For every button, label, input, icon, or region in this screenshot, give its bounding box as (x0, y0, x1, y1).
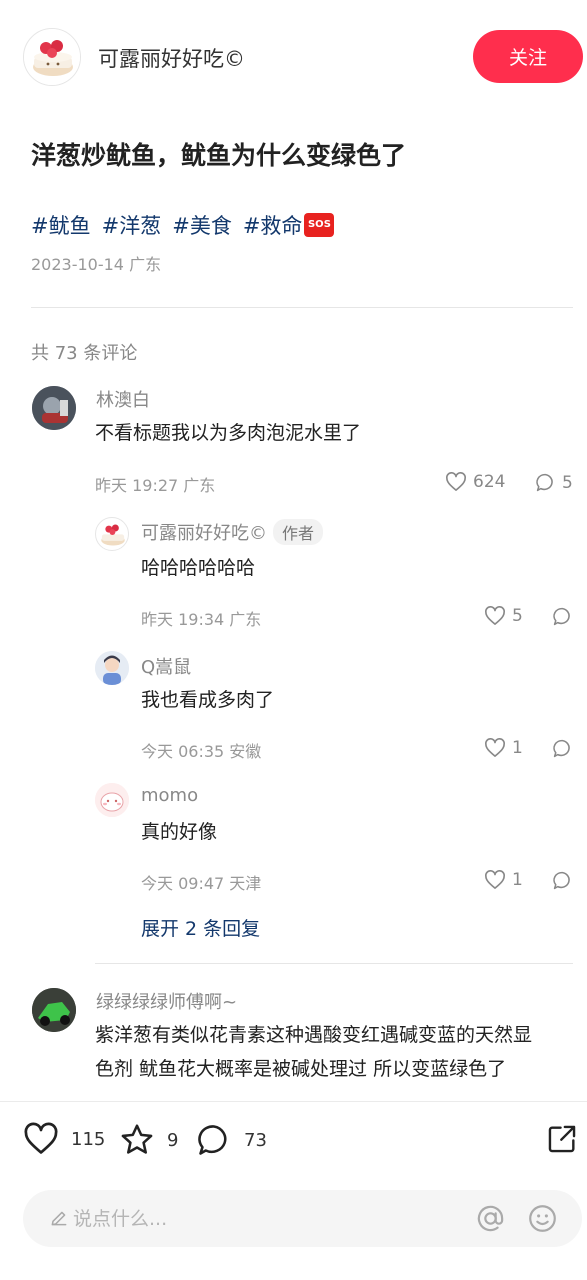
post-tags: #鱿鱼 #洋葱 #美食 #救命 SOS (31, 210, 335, 240)
post-like-count: 115 (71, 1128, 106, 1150)
comment-time: 昨天 19:27 (95, 476, 179, 495)
post-collect-button[interactable]: 9 (119, 1122, 178, 1158)
reply-text[interactable]: 我也看成多肉了 (141, 683, 274, 717)
post-header: 可露丽好好吃© 关注 (0, 0, 587, 112)
commenter-name[interactable]: 绿绿绿绿师傅啊~ (96, 988, 237, 1014)
tag-onion[interactable]: #洋葱 (102, 210, 162, 240)
reply-author-name[interactable]: 可露丽好好吃© (141, 523, 267, 544)
reply-name[interactable]: Q嵩鼠 (141, 653, 191, 679)
like-count: 624 (473, 472, 506, 492)
reply-avatar[interactable] (95, 651, 129, 685)
reply-meta: 今天 06:35 安徽 (141, 738, 261, 762)
comment-reply-button[interactable]: 5 (535, 472, 573, 493)
post-comment-count: 73 (244, 1129, 267, 1151)
share-button[interactable] (545, 1122, 579, 1160)
reply-text[interactable]: 真的好像 (141, 815, 217, 849)
comment-input-bar[interactable] (23, 1190, 582, 1247)
heart-icon (485, 606, 505, 625)
post-meta: 2023-10-14 广东 (31, 251, 161, 275)
commenter-avatar[interactable] (32, 386, 76, 430)
at-icon[interactable] (475, 1203, 506, 1234)
comment-bubble-icon (536, 473, 553, 492)
reply-reply-button[interactable] (552, 870, 573, 891)
comment-count: 共 73 条评论 (31, 343, 138, 364)
author-badge: 作者 (273, 519, 324, 545)
tag-help[interactable]: #救命 SOS (243, 210, 335, 240)
reply-avatar[interactable] (95, 783, 129, 817)
comment-bubble-icon (553, 607, 570, 626)
tag-food[interactable]: #美食 (172, 210, 232, 240)
commenter-name[interactable]: 林澳白 (96, 386, 150, 412)
reply-reply-button[interactable] (552, 606, 573, 627)
share-icon (548, 1125, 576, 1153)
heart-icon (446, 472, 466, 491)
reply-name[interactable]: momo (141, 785, 198, 806)
like-count: 1 (512, 738, 523, 758)
reply-reply-button[interactable] (552, 738, 573, 759)
reply-like-button[interactable]: 1 (484, 738, 523, 758)
bottom-bar-divider (0, 1101, 587, 1102)
smiley-icon[interactable] (527, 1203, 558, 1234)
post-date: 2023-10-14 (31, 255, 124, 274)
heart-icon (24, 1122, 58, 1154)
reply-location: 天津 (229, 874, 262, 893)
expand-replies-link[interactable]: 展开 2 条回复 (141, 914, 260, 941)
post-comment-button[interactable]: 73 (196, 1122, 267, 1158)
reply-like-button[interactable]: 1 (484, 870, 523, 890)
follow-button[interactable]: 关注 (473, 30, 583, 83)
comment-input[interactable] (73, 1200, 453, 1237)
post-like-button[interactable]: 115 (23, 1122, 105, 1156)
like-count: 5 (512, 606, 523, 626)
sos-emoji-icon: SOS (304, 213, 335, 237)
post-collect-count: 9 (167, 1129, 179, 1151)
author-avatar[interactable] (23, 28, 81, 86)
pencil-icon (51, 1211, 67, 1226)
reply-text[interactable]: 哈哈哈哈哈哈 (141, 551, 255, 585)
reply-location: 安徽 (229, 742, 262, 761)
reply-time: 昨天 19:34 (141, 610, 225, 629)
reply-time: 今天 09:47 (141, 874, 225, 893)
comment-text[interactable]: 不看标题我以为多肉泡泥水里了 (95, 416, 361, 450)
comment-location: 广东 (183, 476, 216, 495)
comment-bubble-icon (553, 739, 570, 758)
reply-time: 今天 06:35 (141, 742, 225, 761)
comment-text-line: 紫洋葱有类似花青素这种遇酸变红遇碱变蓝的天然显 (95, 1024, 533, 1046)
comment-bubble-icon (553, 871, 570, 890)
comment-divider (95, 963, 573, 964)
comment-like-button[interactable]: 624 (445, 472, 505, 492)
reply-location: 广东 (229, 610, 262, 629)
content-divider (31, 307, 573, 308)
author-name[interactable]: 可露丽好好吃© (98, 43, 245, 73)
comment-bubble-icon (198, 1125, 227, 1155)
reply-like-button[interactable]: 5 (484, 606, 523, 626)
reply-name-row: 可露丽好好吃© 作者 (141, 519, 324, 545)
tag-squid[interactable]: #鱿鱼 (31, 210, 91, 240)
reply-avatar[interactable] (95, 517, 129, 551)
comment-meta: 昨天 19:27 广东 (95, 472, 215, 496)
comment-text-line: 色剂 鱿鱼花大概率是被碱处理过 所以变蓝绿色了 (95, 1058, 507, 1080)
post-location: 广东 (129, 255, 162, 274)
heart-icon (485, 870, 505, 889)
reply-meta: 昨天 19:34 广东 (141, 606, 261, 630)
reply-meta: 今天 09:47 天津 (141, 870, 261, 894)
reply-count: 5 (562, 472, 573, 493)
post-title: 洋葱炒鱿鱼，鱿鱼为什么变绿色了 (31, 141, 407, 170)
star-icon (121, 1124, 153, 1154)
tag-help-label: #救命 (242, 214, 303, 238)
comment-text[interactable]: 紫洋葱有类似花青素这种遇酸变红遇碱变蓝的天然显 色剂 鱿鱼花大概率是被碱处理过 … (95, 1018, 532, 1086)
like-count: 1 (512, 870, 523, 890)
commenter-avatar[interactable] (32, 988, 76, 1032)
heart-icon (485, 738, 505, 757)
